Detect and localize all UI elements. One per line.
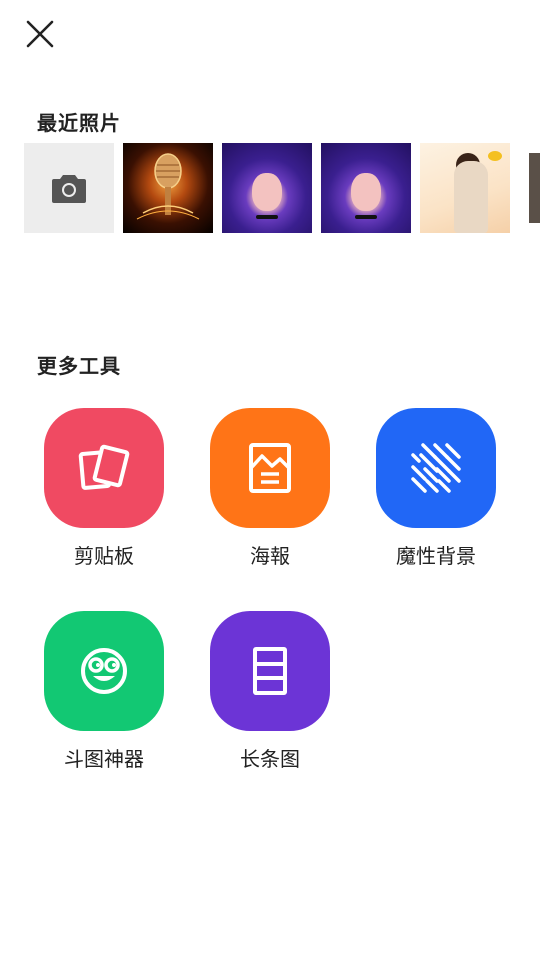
microphone-image xyxy=(136,153,200,220)
tool-magic-background[interactable]: 魔性背景 xyxy=(361,408,511,569)
long-image-tile[interactable] xyxy=(210,611,330,731)
portrait-choker xyxy=(355,215,377,219)
poster-tile[interactable] xyxy=(210,408,330,528)
photo-thumbnail-woman[interactable] xyxy=(420,143,510,233)
camera-button[interactable] xyxy=(24,143,114,233)
diagonal-stripes-icon xyxy=(411,443,461,493)
photo-thumbnail-partial[interactable] xyxy=(529,153,540,223)
magic-background-tile[interactable] xyxy=(376,408,496,528)
poster-icon xyxy=(249,443,291,493)
recent-photos-title: 最近照片 xyxy=(37,111,121,135)
meme-maker-tile[interactable] xyxy=(44,611,164,731)
photo-thumbnail-microphone[interactable] xyxy=(123,143,213,233)
tool-poster[interactable]: 海報 xyxy=(195,408,345,569)
long-image-icon xyxy=(253,647,287,695)
screen: 最近照片 更多工具 剪贴板 海報 魔性背景 斗图神器 长条图 xyxy=(0,0,540,960)
close-button[interactable] xyxy=(18,12,62,56)
photo-row xyxy=(24,143,540,233)
portrait-face xyxy=(252,173,282,211)
tool-meme-maker[interactable]: 斗图神器 xyxy=(29,611,179,772)
photo-thumbnail-girl-2[interactable] xyxy=(321,143,411,233)
more-tools-title: 更多工具 xyxy=(37,354,121,378)
portrait-choker xyxy=(256,215,278,219)
tool-label: 长条图 xyxy=(240,747,300,771)
tool-clipboard[interactable]: 剪贴板 xyxy=(29,408,179,569)
tool-label: 魔性背景 xyxy=(396,544,476,568)
tool-label: 剪贴板 xyxy=(74,544,134,568)
clipboard-cards-icon xyxy=(78,444,130,490)
tool-long-image[interactable]: 长条图 xyxy=(195,611,345,772)
camera-icon xyxy=(52,175,86,203)
close-icon xyxy=(26,20,54,48)
tool-label: 斗图神器 xyxy=(64,747,144,771)
recent-photos-strip[interactable] xyxy=(24,143,540,233)
photo-thumbnail-girl-1[interactable] xyxy=(222,143,312,233)
bee-sticker xyxy=(488,151,502,161)
tool-label: 海報 xyxy=(250,544,290,568)
portrait-body xyxy=(454,161,488,233)
clipboard-tile[interactable] xyxy=(44,408,164,528)
portrait-face xyxy=(351,173,381,211)
smiley-face-icon xyxy=(81,648,127,694)
